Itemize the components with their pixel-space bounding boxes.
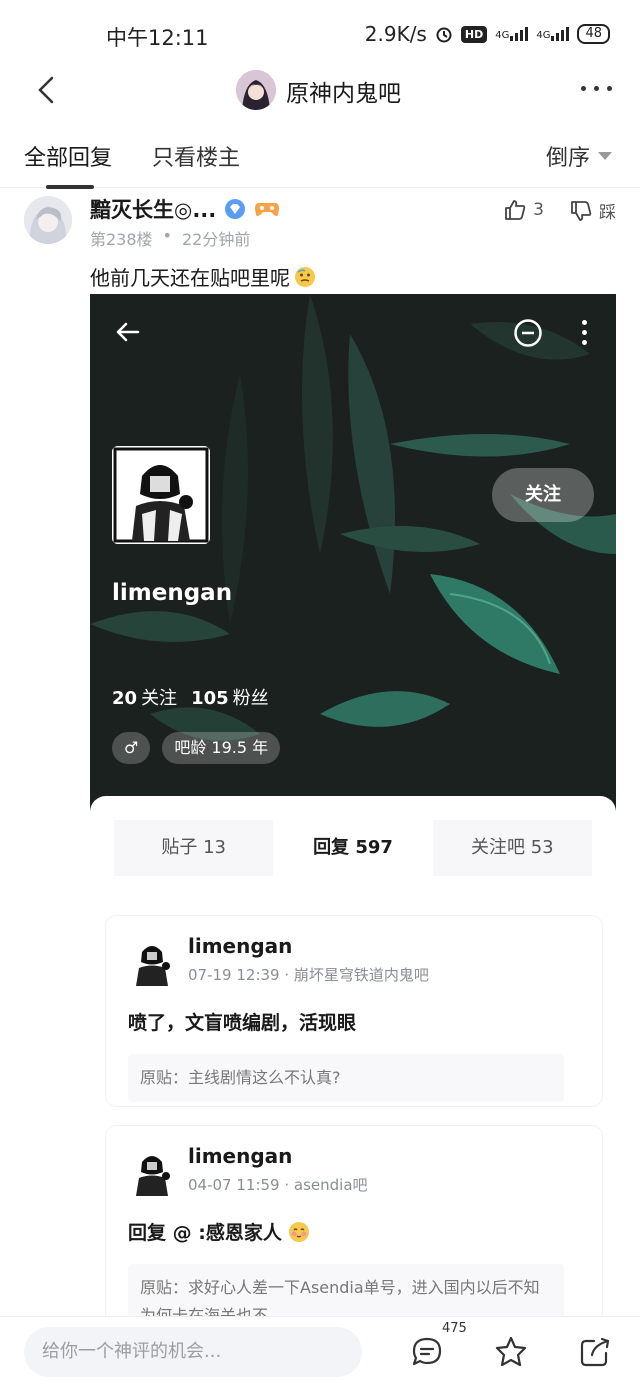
status-time: 中午12:11: [106, 26, 209, 50]
sort-label: 倒序: [545, 146, 590, 171]
post-time: 22分钟前: [181, 230, 251, 249]
reply-input[interactable]: 给你一个神评的机会...: [24, 1327, 362, 1377]
forum-title[interactable]: 原神内鬼吧: [286, 74, 401, 108]
comment-icon[interactable]: [410, 1335, 444, 1369]
like-button[interactable]: 3: [503, 198, 544, 222]
user-avatar[interactable]: [24, 196, 72, 244]
profile-panel: 贴子 13 回复 597 关注吧 53 limengan 07-19 12:39…: [90, 796, 616, 1324]
tab-posts[interactable]: 贴子 13: [114, 820, 274, 876]
alarm-icon: [436, 27, 452, 43]
fans-count: 105: [191, 688, 229, 709]
forum-avatar[interactable]: [236, 70, 276, 110]
battery-indicator: 48: [577, 24, 610, 44]
reply-text: 回复 @ :感恩家人: [128, 1218, 310, 1245]
star-icon[interactable]: [494, 1335, 528, 1369]
post-text-content: 他前几天还在贴吧里呢: [90, 266, 290, 290]
profile-name: limengan: [112, 580, 233, 606]
gamepad-badge-icon: [255, 203, 280, 216]
net-label-1: 4G: [495, 30, 510, 41]
tab-replies[interactable]: 回复 597: [273, 820, 433, 876]
post-meta: 第238楼 • 22分钟前: [90, 226, 250, 250]
shy-emoji-icon: [288, 1221, 309, 1242]
profile-avatar[interactable]: [112, 446, 210, 544]
gender-chip: ♂: [112, 732, 151, 764]
network-speed: 2.9K/s: [364, 22, 427, 46]
profile-more-icon[interactable]: [582, 320, 587, 345]
bar-age-chip: 吧龄 19.5 年: [162, 732, 281, 764]
reply-text-content: 回复 @ :感恩家人: [128, 1222, 282, 1244]
fans-label: 粉丝: [232, 688, 269, 709]
title-bar: 原神内鬼吧: [0, 64, 640, 116]
reply-author: limengan: [188, 934, 293, 958]
dislike-label: 踩: [599, 203, 616, 223]
reply-quote[interactable]: 原贴：主线剧情这么不认真?: [128, 1054, 564, 1102]
like-count: 3: [533, 200, 544, 220]
profile-tabs: 贴子 13 回复 597 关注吧 53: [114, 820, 592, 876]
share-icon[interactable]: [578, 1335, 612, 1369]
reply-author: limengan: [188, 1144, 293, 1168]
dislike-button[interactable]: 踩: [569, 198, 616, 223]
reply-text: 喷了，文盲喷编剧，活现眼: [128, 1008, 356, 1035]
floor-number: 第238楼: [90, 230, 153, 249]
profile-hero: 关注 limengan 20 关注 105 粉丝 ♂ 吧龄 19.5 年: [90, 294, 616, 814]
signal-bars-icon: [551, 27, 570, 41]
reply-card[interactable]: limengan 07-19 12:39 · 崩坏星穹铁道内鬼吧 喷了，文盲喷编…: [106, 916, 602, 1106]
post-username[interactable]: 黯灭长生◎...: [90, 194, 280, 224]
tab-followed-bars[interactable]: 关注吧 53: [432, 820, 592, 876]
diamond-badge-icon: [225, 199, 246, 219]
back-arrow-icon[interactable]: [30, 72, 66, 108]
signal-2: 4G: [536, 27, 570, 41]
block-minus-icon[interactable]: [513, 318, 543, 348]
profile-tags: ♂ 吧龄 19.5 年: [112, 732, 281, 764]
signal-bars-icon: [510, 27, 529, 41]
profile-back-arrow-icon[interactable]: [114, 318, 142, 346]
following-stat[interactable]: 20 关注: [112, 684, 177, 710]
status-bar: 中午12:11 2.9K/s HD 4G 4G 48: [0, 0, 640, 64]
reply-avatar: [128, 1148, 176, 1196]
reply-text-content: 喷了，文盲喷编剧，活现眼: [128, 1012, 357, 1034]
tab-op-only[interactable]: 只看楼主: [152, 140, 240, 172]
reply-quote[interactable]: 原贴：求好心人差一下Asendia单号，进入国内以后不知为何卡在海关也不: [128, 1264, 564, 1324]
comment-count: 475: [442, 1321, 467, 1336]
reply-meta: 07-19 12:39 · 崩坏星穹铁道内鬼吧: [188, 966, 429, 984]
reply-card[interactable]: limengan 04-07 11:59 · asendia吧 回复 @ :感恩…: [106, 1126, 602, 1324]
thinking-emoji-icon: [295, 266, 315, 287]
thumbs-up-icon: [505, 200, 526, 220]
meta-dot: •: [162, 226, 172, 245]
hd-badge: HD: [460, 25, 488, 43]
more-menu-icon[interactable]: [581, 86, 612, 91]
following-label: 关注: [141, 688, 178, 709]
reply-tabs: 全部回复 只看楼主 倒序: [0, 130, 640, 189]
reply-meta: 04-07 11:59 · asendia吧: [188, 1176, 368, 1194]
status-right: 2.9K/s HD 4G 4G 48: [365, 22, 610, 46]
fans-stat[interactable]: 105 粉丝: [191, 684, 269, 710]
following-count: 20: [112, 688, 138, 709]
thumbs-down-icon: [571, 200, 592, 221]
post-text: 他前几天还在贴吧里呢: [90, 262, 316, 291]
username-text: 黯灭长生◎...: [90, 198, 217, 222]
follow-button[interactable]: 关注: [492, 468, 594, 522]
embedded-screenshot[interactable]: 关注 limengan 20 关注 105 粉丝 ♂ 吧龄 19.5 年 贴子 13…: [90, 294, 616, 1324]
signal-1: 4G: [495, 27, 529, 41]
sort-dropdown[interactable]: 倒序: [546, 140, 612, 172]
caret-down-icon: [598, 152, 612, 160]
profile-stats: 20 关注 105 粉丝: [112, 684, 269, 710]
bottom-bar: 给你一个神评的机会... 475: [0, 1316, 640, 1386]
tab-all-replies[interactable]: 全部回复: [24, 140, 112, 189]
net-label-2: 4G: [536, 30, 551, 41]
reply-avatar: [128, 938, 176, 986]
